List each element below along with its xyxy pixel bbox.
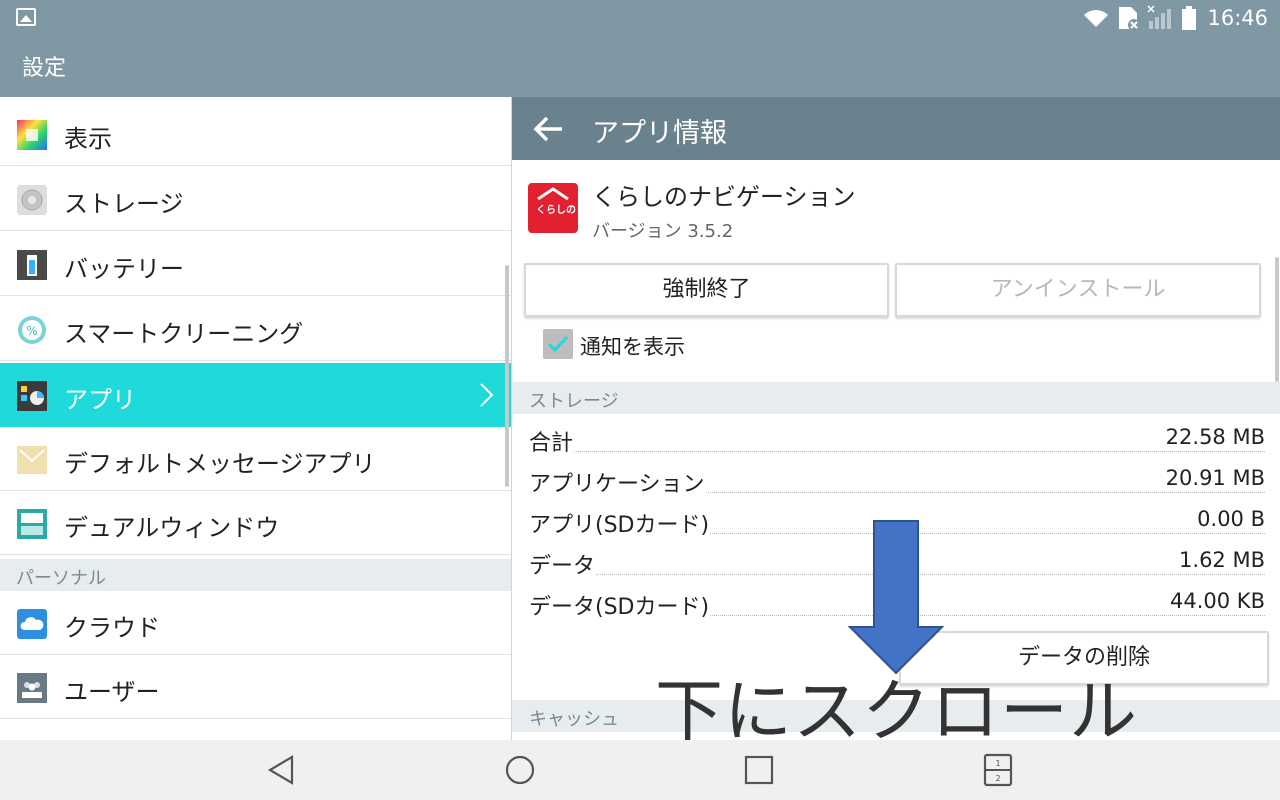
menu-item-label: バッテリー (64, 255, 184, 283)
back-arrow-icon[interactable] (532, 114, 564, 144)
navigation-bar: 1 2 (0, 740, 1280, 800)
chevron-right-icon (480, 383, 494, 407)
wifi-icon (1084, 10, 1109, 27)
section-header-storage: ストレージ (512, 382, 1280, 414)
section-header-label: パーソナル (16, 568, 106, 589)
image-notification-icon (16, 8, 36, 26)
menu-item-apps[interactable]: アプリ (0, 363, 511, 427)
menu-item-cloud[interactable]: クラウド (0, 591, 511, 655)
checkmark-icon (547, 335, 569, 353)
recents-square-icon[interactable] (741, 752, 777, 788)
app-info-title: アプリ情報 (592, 118, 727, 149)
menu-item-label: アプリ (64, 386, 136, 414)
notifications-checkbox[interactable] (543, 329, 573, 359)
svg-text:1: 1 (995, 759, 1000, 768)
section-header-personal: パーソナル (0, 559, 511, 591)
settings-title-bar: 設定 (0, 36, 1280, 97)
storage-row: 合計 22.58 MB (529, 421, 1265, 461)
battery-status-icon (1182, 6, 1197, 30)
battery-icon (17, 250, 47, 280)
storage-row-value: 20.91 MB (1165, 466, 1265, 490)
storage-row-value: 1.62 MB (1179, 548, 1265, 572)
svg-text:2: 2 (995, 774, 1000, 783)
storage-row-value: 0.00 B (1197, 507, 1265, 531)
menu-item-label: 表示 (64, 125, 112, 153)
menu-item-display[interactable]: 表示 (0, 102, 511, 166)
app-logo-text: くらしの (536, 205, 576, 216)
menu-item-users[interactable]: ユーザー (0, 655, 511, 719)
storage-row: アプリケーション 20.91 MB (529, 462, 1265, 502)
back-triangle-icon[interactable] (264, 752, 300, 788)
svg-text:%: % (26, 324, 37, 338)
scroll-down-arrow-icon (847, 520, 945, 675)
menu-item-label: スマートクリーニング (64, 320, 304, 348)
users-icon (17, 673, 47, 703)
menu-item-dual-window[interactable]: デュアルウィンドウ (0, 491, 511, 555)
page-title: 設定 (22, 56, 67, 81)
dual-window-nav-icon[interactable]: 1 2 (980, 752, 1016, 788)
menu-item-label: デュアルウィンドウ (64, 514, 280, 542)
menu-item-default-message-app[interactable]: デフォルトメッセージアプリ (0, 427, 511, 491)
status-bar: 16:46 (0, 0, 1280, 36)
app-info-header: アプリ情報 (512, 97, 1280, 160)
cloud-icon (17, 609, 47, 639)
storage-row-value: 22.58 MB (1165, 425, 1265, 449)
storage-row-label: アプリケーション (529, 466, 705, 498)
app-version: バージョン 3.5.2 (592, 221, 734, 242)
uninstall-button[interactable]: アンインストール (895, 263, 1261, 317)
sim-missing-icon (1119, 7, 1141, 31)
menu-item-smart-cleaning[interactable]: % スマートクリーニング (0, 297, 511, 361)
clock: 16:46 (1207, 6, 1268, 30)
message-icon (17, 446, 47, 474)
apps-icon (17, 381, 47, 411)
settings-menu: 表示 ストレージ バッテリー % スマートクリーニング アプリ デフォルトメッセ… (0, 97, 511, 740)
signal-icon (1147, 5, 1172, 29)
left-scrollbar[interactable] (505, 265, 509, 487)
app-logo: くらしの (528, 183, 578, 233)
notifications-label: 通知を表示 (580, 335, 685, 359)
right-scrollbar[interactable] (1275, 257, 1279, 382)
storage-row-value: 44.00 KB (1170, 589, 1265, 613)
dotted-leader (529, 451, 1265, 452)
storage-row-label: データ(SDカード) (529, 589, 710, 621)
storage-row-label: 合計 (529, 425, 574, 457)
storage-row-label: アプリ(SDカード) (529, 507, 710, 539)
section-header-label: ストレージ (529, 391, 619, 412)
display-icon (17, 120, 47, 150)
app-name: くらしのナビゲーション (592, 183, 856, 211)
menu-item-battery[interactable]: バッテリー (0, 232, 511, 296)
storage-icon (17, 185, 47, 215)
force-stop-button[interactable]: 強制終了 (524, 263, 889, 317)
home-circle-icon[interactable] (502, 752, 538, 788)
dual-window-icon (17, 509, 47, 539)
smart-cleaning-icon: % (18, 316, 46, 344)
menu-item-storage[interactable]: ストレージ (0, 167, 511, 231)
menu-item-label: デフォルトメッセージアプリ (64, 450, 376, 478)
section-header-label: キャッシュ (529, 709, 619, 730)
storage-row-label: データ (529, 548, 596, 580)
menu-item-label: クラウド (64, 614, 160, 642)
menu-item-label: ユーザー (64, 678, 160, 706)
menu-item-label: ストレージ (64, 190, 184, 218)
